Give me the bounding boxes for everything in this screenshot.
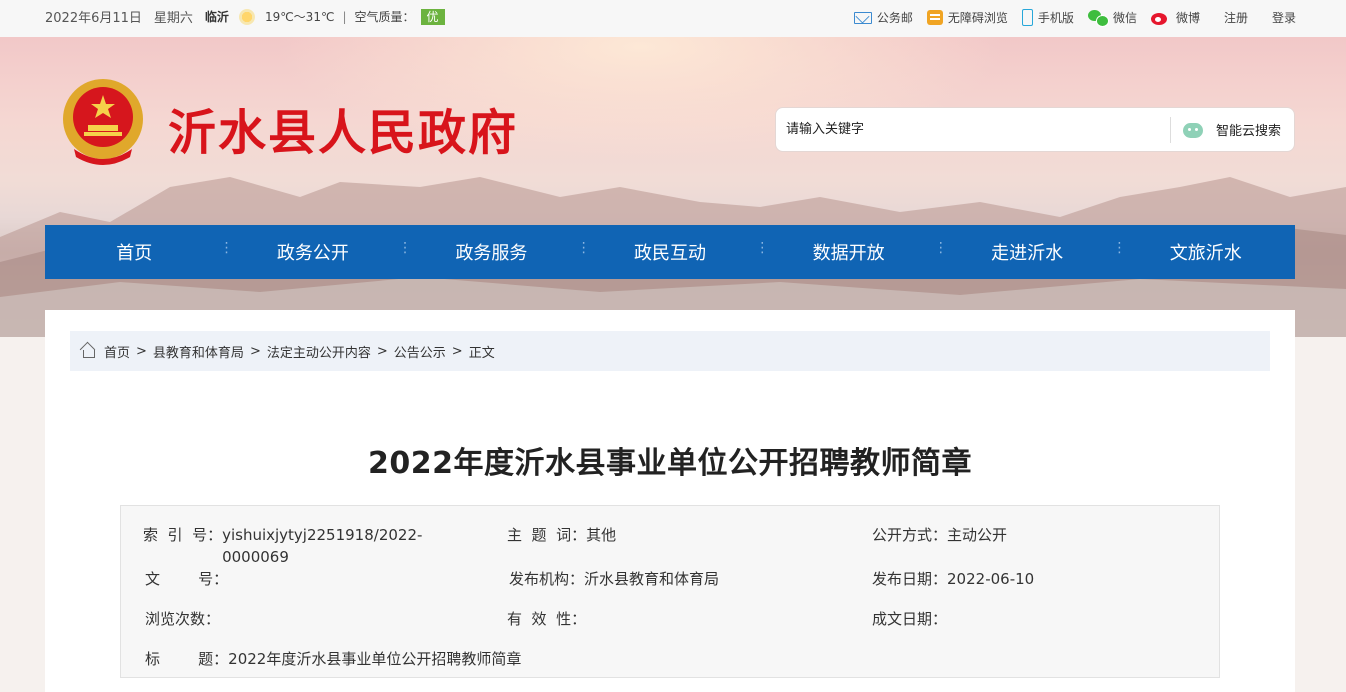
- login-link[interactable]: 登录: [1272, 9, 1296, 26]
- meta-written-label: 成文日期：: [872, 610, 948, 628]
- weather-city: 临沂: [204, 10, 229, 24]
- meta-org-value: 沂水县教育和体育局: [584, 570, 720, 588]
- breadcrumb-announcements[interactable]: 公告公示: [394, 342, 446, 361]
- meta-docno: 文 号：: [145, 568, 228, 590]
- weibo-link-label: 微博: [1175, 11, 1200, 25]
- search-divider: [1170, 117, 1171, 143]
- breadcrumb-separator: >: [136, 343, 147, 359]
- weather-separator: |: [342, 9, 347, 24]
- meta-index-value: yishuixjytyj2251918/2022- 0000069: [222, 524, 422, 568]
- weather-temperature: 19℃～31℃: [264, 10, 335, 24]
- national-emblem-logo: [63, 79, 143, 165]
- meta-views: 浏览次数：: [145, 608, 220, 630]
- meta-title-value: 2022年度沂水县事业单位公开招聘教师简章: [228, 650, 522, 668]
- meta-mode-label: 公开方式：: [872, 526, 948, 544]
- breadcrumb-current: 正文: [468, 345, 495, 361]
- meta-pubdate: 发布日期： 2022-06-10: [872, 568, 1034, 590]
- accessibility-icon: [926, 10, 943, 25]
- document-metadata: 索 引 号： yishuixjytyj2251918/2022- 0000069…: [120, 505, 1220, 678]
- meta-index-value-line1: yishuixjytyj2251918/2022-: [222, 526, 423, 544]
- nav-item-government-affairs[interactable]: 政务公开: [220, 225, 403, 279]
- current-date: 2022年6月11日: [45, 11, 142, 26]
- top-bar-info: 2022年6月11日 星期六 临沂 19℃～31℃ | 空气质量： 优: [45, 0, 445, 33]
- weibo-link[interactable]: 微博: [1150, 9, 1200, 26]
- meta-title: 标 题： 2022年度沂水县事业单位公开招聘教师简章: [145, 648, 521, 670]
- nav-item-government-services[interactable]: 政务服务: [398, 225, 581, 279]
- wechat-icon: [1087, 9, 1109, 27]
- meta-org: 发布机构： 沂水县教育和体育局: [509, 568, 719, 590]
- breadcrumb: 首页 > 县教育和体育局 > 法定主动公开内容 > 公告公示 > 正文: [70, 331, 1270, 371]
- register-link[interactable]: 注册: [1224, 9, 1248, 26]
- sunny-icon: [238, 8, 255, 25]
- meta-topic-label: 主 题 词：: [507, 526, 587, 544]
- home-icon: [80, 344, 96, 358]
- mobile-link-label: 手机版: [1037, 11, 1074, 25]
- nav-item-culture-tourism[interactable]: 文旅沂水: [1112, 225, 1295, 279]
- top-bar-links: 公务邮 无障碍浏览 手机版 微信 微博 注册 登录: [853, 0, 1296, 35]
- nav-item-about-yishui[interactable]: 走进沂水: [934, 225, 1117, 279]
- accessible-link[interactable]: 无障碍浏览: [926, 9, 1008, 26]
- mail-icon: [853, 11, 872, 24]
- mobile-phone-icon: [1021, 9, 1033, 26]
- breadcrumb-separator: >: [376, 343, 388, 359]
- nav-item-home[interactable]: 首页: [45, 225, 224, 279]
- mail-link[interactable]: 公务邮: [853, 9, 913, 26]
- meta-topic-value: 其他: [586, 526, 617, 544]
- top-bar: 2022年6月11日 星期六 临沂 19℃～31℃ | 空气质量： 优 公务邮 …: [0, 0, 1346, 37]
- meta-written-date: 成文日期：: [872, 608, 947, 630]
- meta-index-label: 索 引 号：: [143, 526, 223, 544]
- current-weekday: 星期六: [153, 11, 193, 26]
- search-input[interactable]: [786, 108, 1166, 151]
- meta-title-label: 标 题：: [145, 650, 229, 668]
- wechat-link-label: 微信: [1112, 11, 1137, 25]
- meta-org-label: 发布机构：: [509, 570, 585, 588]
- meta-mode: 公开方式： 主动公开: [872, 524, 1007, 546]
- content-panel: 首页 > 县教育和体育局 > 法定主动公开内容 > 公告公示 > 正文 2022…: [45, 310, 1295, 692]
- mountain-scenery: [0, 177, 1346, 337]
- main-nav: 首页 政务公开 政务服务 政民互动 数据开放 走进沂水 文旅沂水: [45, 225, 1295, 279]
- breadcrumb-disclosure[interactable]: 法定主动公开内容: [267, 342, 371, 361]
- meta-index: 索 引 号： yishuixjytyj2251918/2022- 0000069: [143, 524, 443, 568]
- nav-item-interaction[interactable]: 政民互动: [577, 225, 760, 279]
- site-title: 沂水县人民政府: [168, 105, 519, 161]
- breadcrumb-separator: >: [451, 343, 463, 359]
- breadcrumb-separator: >: [249, 343, 261, 359]
- air-quality-label: 空气质量：: [354, 10, 415, 24]
- mail-link-label: 公务邮: [876, 11, 913, 25]
- meta-views-label: 浏览次数：: [145, 610, 221, 628]
- meta-topic: 主 题 词： 其他: [507, 524, 616, 546]
- breadcrumb-home[interactable]: 首页: [104, 342, 130, 361]
- breadcrumb-department[interactable]: 县教育和体育局: [153, 342, 244, 361]
- meta-docno-label: 文 号：: [145, 570, 229, 588]
- meta-mode-value: 主动公开: [947, 526, 1008, 544]
- robot-icon: [1182, 120, 1204, 140]
- header-banner: 沂水县人民政府 智能云搜索: [0, 37, 1346, 337]
- meta-index-value-line2: 0000069: [222, 548, 289, 566]
- mobile-link[interactable]: 手机版: [1021, 9, 1074, 26]
- meta-pubdate-value: 2022-06-10: [947, 570, 1035, 588]
- meta-validity: 有 效 性：: [507, 608, 586, 630]
- meta-pubdate-label: 发布日期：: [872, 570, 948, 588]
- wechat-link[interactable]: 微信: [1087, 9, 1137, 27]
- nav-item-open-data[interactable]: 数据开放: [755, 225, 938, 279]
- accessible-link-label: 无障碍浏览: [947, 11, 1008, 25]
- weibo-icon: [1150, 10, 1171, 26]
- search-button-label: 智能云搜索: [1216, 124, 1282, 139]
- meta-validity-label: 有 效 性：: [507, 610, 587, 628]
- air-quality-badge: 优: [420, 8, 445, 25]
- search-button[interactable]: 智能云搜索: [1178, 108, 1294, 151]
- article-title: 2022年度沂水县事业单位公开招聘教师简章: [368, 446, 972, 481]
- search-bar: 智能云搜索: [775, 107, 1295, 152]
